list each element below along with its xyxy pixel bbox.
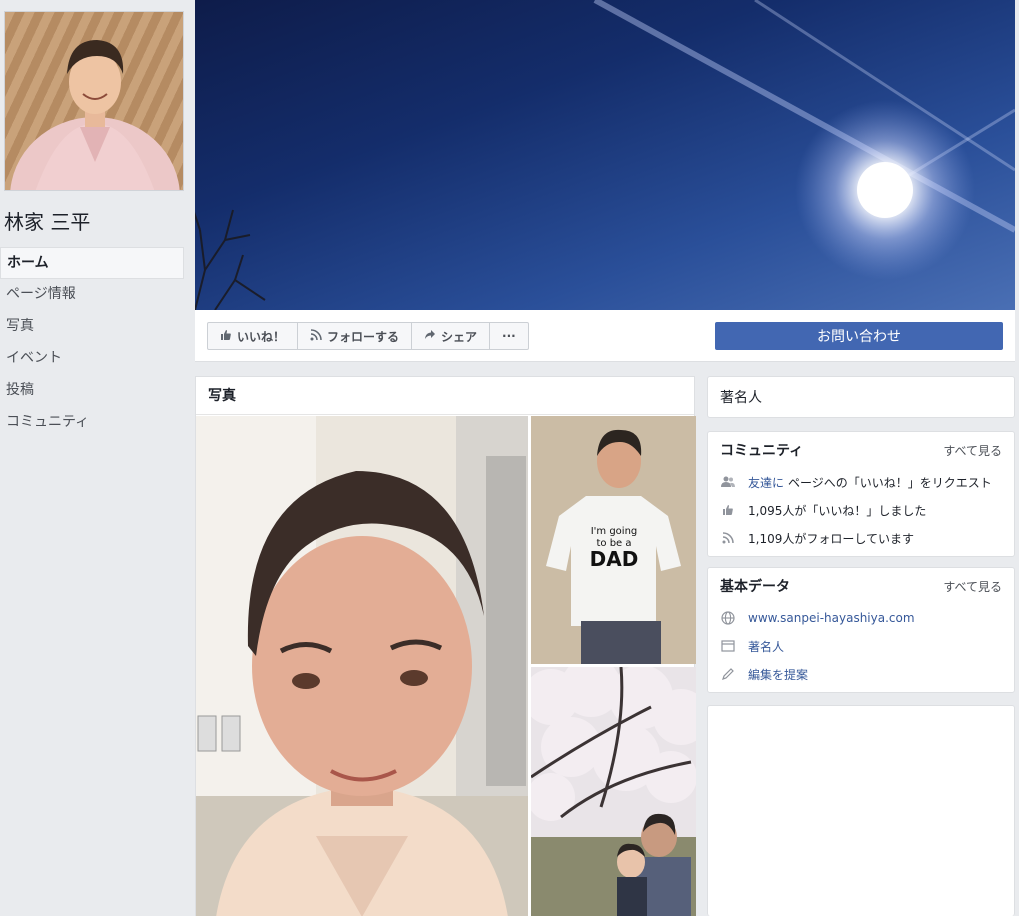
- website-row: www.sanpei-hayashiya.com: [708, 604, 1014, 632]
- page-nav: ホーム ページ情報 写真 イベント 投稿 コミュニティ: [0, 247, 184, 439]
- like-button-label: いいね！: [237, 329, 286, 344]
- pencil-icon: [720, 666, 736, 682]
- follows-count-text: 1,109人がフォローしています: [748, 531, 914, 546]
- like-button[interactable]: いいね！: [208, 323, 299, 349]
- follows-count-row: 1,109人がフォローしています: [708, 524, 1014, 552]
- action-button-group: いいね！ フォローする シェア ···: [207, 322, 529, 350]
- cover-photo[interactable]: [195, 0, 1015, 310]
- community-card: コミュニティ すべて見る 友達に ページへの「いいね！」をリクエスト 1,095…: [707, 431, 1015, 557]
- about-card-header: 基本データ すべて見る: [708, 568, 1014, 604]
- invite-friends-link[interactable]: 友達に: [748, 474, 784, 491]
- suggest-edit-row: 編集を提案: [708, 660, 1014, 688]
- empty-card: [707, 705, 1015, 916]
- about-see-all-link[interactable]: すべて見る: [943, 578, 1002, 595]
- left-column: 林家 三平 ホーム ページ情報 写真 イベント 投稿 コミュニティ: [0, 0, 194, 916]
- profile-picture[interactable]: [4, 11, 184, 191]
- nav-item-home[interactable]: ホーム: [0, 247, 184, 279]
- category-card: 著名人: [707, 376, 1015, 418]
- selfie-photo: [196, 416, 528, 916]
- likes-count-text: 1,095人が「いいね！」しました: [748, 503, 927, 518]
- nav-item-posts[interactable]: 投稿: [0, 375, 184, 407]
- category-link[interactable]: 著名人: [748, 638, 784, 655]
- community-see-all-link[interactable]: すべて見る: [943, 442, 1002, 459]
- more-options-button[interactable]: ···: [490, 323, 528, 349]
- invite-friends-row: 友達に ページへの「いいね！」をリクエスト: [708, 468, 1014, 496]
- shirt-text-line-3: DAD: [590, 547, 639, 571]
- nav-item-events[interactable]: イベント: [0, 343, 184, 375]
- about-card: 基本データ すべて見る www.sanpei-hayashiya.com 著名人…: [707, 567, 1015, 693]
- invite-friends-text: ページへの「いいね！」をリクエスト: [788, 475, 992, 490]
- about-card-title[interactable]: 基本データ: [720, 576, 790, 596]
- photo-thumbnail[interactable]: [531, 667, 696, 916]
- cover-photo-image: [195, 0, 1015, 310]
- friends-icon: [720, 474, 736, 490]
- globe-icon: [720, 610, 736, 626]
- likes-count-row: 1,095人が「いいね！」しました: [708, 496, 1014, 524]
- nav-item-photos[interactable]: 写真: [0, 311, 184, 343]
- rss-icon: [720, 530, 736, 546]
- page-name: 林家 三平: [4, 210, 91, 234]
- share-arrow-icon: [424, 329, 436, 344]
- ellipsis-icon: ···: [502, 329, 516, 343]
- follow-button[interactable]: フォローする: [298, 323, 413, 349]
- photo-thumbnail[interactable]: [196, 416, 528, 916]
- share-button-label: シェア: [441, 329, 478, 344]
- cherry-blossom-photo: [531, 667, 696, 916]
- thumbs-up-icon: [220, 329, 232, 344]
- page-category[interactable]: 著名人: [708, 377, 1014, 419]
- website-link[interactable]: www.sanpei-hayashiya.com: [748, 611, 915, 625]
- category-row: 著名人: [708, 632, 1014, 660]
- share-button[interactable]: シェア: [412, 323, 491, 349]
- nav-item-about[interactable]: ページ情報: [0, 279, 184, 311]
- community-card-title[interactable]: コミュニティ: [720, 440, 803, 460]
- profile-picture-image: [10, 40, 180, 190]
- photos-card-title[interactable]: 写真: [196, 377, 694, 415]
- community-card-header: コミュニティ すべて見る: [708, 432, 1014, 468]
- page-action-bar: いいね！ フォローする シェア ··· お問い合わせ: [195, 310, 1015, 362]
- thumbs-up-icon: [720, 502, 736, 518]
- tag-icon: [720, 638, 736, 654]
- contact-button[interactable]: お問い合わせ: [715, 322, 1003, 350]
- photo-thumbnail[interactable]: I'm going to be a DAD: [531, 416, 696, 664]
- dad-shirt-photo: I'm going to be a DAD: [531, 416, 696, 664]
- suggest-edit-link[interactable]: 編集を提案: [748, 666, 808, 683]
- follow-button-label: フォローする: [327, 329, 400, 344]
- rss-icon: [310, 328, 322, 344]
- nav-item-community[interactable]: コミュニティ: [0, 407, 184, 439]
- photos-card: 写真 I'm going to be a DAD: [195, 376, 696, 916]
- shirt-text-line-1: I'm going: [591, 526, 638, 537]
